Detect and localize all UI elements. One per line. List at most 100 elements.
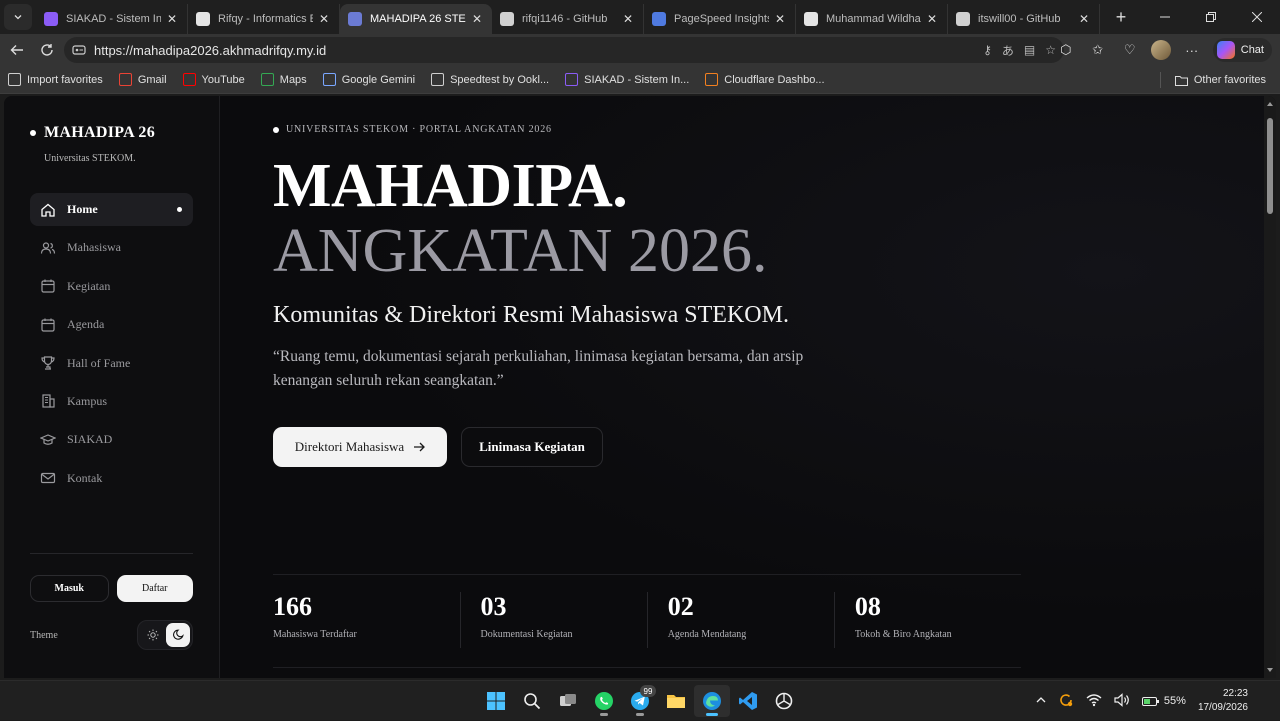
favorites-bar: Import favorites Gmail YouTube Maps Google G…	[0, 66, 1280, 94]
browser-tab[interactable]: MAHADIPA 26 STEKOM ✕	[340, 4, 492, 34]
dark-theme-button[interactable]	[165, 623, 190, 647]
address-bar[interactable]: https://mahadipa2026.akhmadrifqy.my.id ⚷…	[64, 37, 1064, 63]
browser-tab[interactable]: Muhammad Wildhan Ar ✕	[796, 4, 948, 34]
translate-icon[interactable]: あ	[1002, 42, 1014, 59]
new-tab-button[interactable]: +	[1108, 4, 1134, 30]
tab-close-icon[interactable]: ✕	[621, 12, 635, 26]
reader-icon[interactable]: ▤	[1024, 43, 1035, 57]
key-icon[interactable]: ⚷	[983, 43, 992, 57]
sidebar-item-mahasiswa[interactable]: Mahasiswa	[30, 231, 193, 264]
stats-row: 166 Mahasiswa Terdaftar 03 Dokumentasi Kegi…	[273, 592, 1021, 648]
start-button[interactable]	[478, 685, 514, 717]
sync-icon[interactable]	[1058, 692, 1074, 711]
directory-button[interactable]: Direktori Mahasiswa	[273, 427, 447, 467]
sidebar-item-hall-of-fame[interactable]: Hall of Fame	[30, 347, 193, 380]
wifi-icon[interactable]	[1086, 693, 1102, 710]
favorite-item[interactable]: YouTube	[182, 73, 245, 86]
chatgpt-app[interactable]	[766, 685, 802, 717]
sidebar-item-agenda[interactable]: Agenda	[30, 308, 193, 341]
browser-tab[interactable]: rifqi1146 - GitHub ✕	[492, 4, 644, 34]
clock-date: 17/09/2026	[1197, 702, 1248, 713]
scroll-down-icon[interactable]	[1267, 668, 1273, 672]
tab-title: Rifqy - Informatics Engin	[218, 13, 313, 25]
tab-title: itswill00 - GitHub	[978, 13, 1061, 25]
stat-label: Agenda Mendatang	[667, 629, 747, 640]
favorite-label: SIAKAD - Sistem In...	[584, 73, 690, 86]
tab-close-icon[interactable]: ✕	[317, 12, 331, 26]
tab-close-icon[interactable]: ✕	[925, 12, 939, 26]
favorite-item[interactable]: Speedtest by Ookl...	[431, 73, 549, 86]
favorite-label: Maps	[279, 73, 307, 86]
stat-label: Mahasiswa Terdaftar	[273, 629, 357, 640]
tab-close-icon[interactable]: ✕	[1077, 12, 1091, 26]
brand[interactable]: MAHADIPA 26	[30, 124, 155, 142]
favorite-item[interactable]: Google Gemini	[322, 73, 415, 86]
maximize-button[interactable]	[1188, 0, 1234, 34]
vscode-app[interactable]	[730, 685, 766, 717]
battery-status[interactable]: 55%	[1141, 695, 1186, 707]
close-window-button[interactable]	[1234, 0, 1280, 34]
favorite-item[interactable]: Cloudflare Dashbo...	[705, 73, 825, 86]
task-view-button[interactable]	[550, 685, 586, 717]
tab-strip: SIAKAD - Sistem Inform✕Rifqy - Informati…	[0, 0, 1280, 34]
browser-toolbar: https://mahadipa2026.akhmadrifqy.my.id ⚷…	[0, 34, 1280, 66]
favorite-item[interactable]: Import favorites	[8, 73, 103, 86]
register-button[interactable]: Daftar	[116, 575, 193, 602]
arrow-right-icon	[414, 442, 426, 452]
browser-tab[interactable]: SIAKAD - Sistem Inform ✕	[36, 4, 188, 34]
clock[interactable]: 22:23 17/09/2026	[1198, 687, 1248, 715]
active-indicator	[177, 207, 182, 212]
extensions-icon[interactable]: ⬡	[1055, 39, 1077, 61]
browser-essentials-icon[interactable]: ♡	[1119, 39, 1141, 61]
show-hidden-icons-icon[interactable]	[1036, 695, 1046, 708]
tab-title: PageSpeed Insights	[674, 13, 769, 25]
page-scrollbar[interactable]	[1264, 96, 1276, 678]
favorite-item[interactable]: Maps	[260, 73, 307, 86]
file-explorer-app[interactable]	[658, 685, 694, 717]
browser-tab[interactable]: PageSpeed Insights ✕	[644, 4, 796, 34]
tab-close-icon[interactable]: ✕	[773, 12, 787, 26]
login-button[interactable]: Masuk	[30, 575, 109, 602]
tab-favicon-icon	[500, 12, 514, 26]
profile-avatar[interactable]	[1150, 40, 1171, 60]
tab-close-icon[interactable]: ✕	[165, 12, 179, 26]
search-icon	[524, 693, 541, 710]
whatsapp-app[interactable]	[586, 685, 622, 717]
edge-app[interactable]	[694, 685, 730, 717]
tab-favicon-icon	[956, 12, 970, 26]
other-favorites[interactable]: Other favorites	[1159, 66, 1266, 94]
timeline-button[interactable]: Linimasa Kegiatan	[461, 427, 603, 467]
gemini-icon	[322, 73, 336, 86]
sidebar-item-home[interactable]: Home	[30, 193, 193, 226]
search-button[interactable]	[514, 685, 550, 717]
sidebar-item-siakad[interactable]: SIAKAD	[30, 423, 193, 456]
tab-actions-button[interactable]	[4, 4, 32, 30]
telegram-app[interactable]: 99	[622, 685, 658, 717]
sidebar-item-label: Kampus	[67, 393, 107, 408]
calendar-icon	[40, 278, 56, 294]
whatsapp-icon	[595, 692, 613, 710]
tab-title: MAHADIPA 26 STEKOM	[370, 13, 466, 25]
favorite-item[interactable]: SIAKAD - Sistem In...	[565, 73, 689, 86]
minimize-button[interactable]	[1142, 0, 1188, 34]
sidebar-item-label: Mahasiswa	[67, 240, 121, 255]
scrollbar-thumb[interactable]	[1267, 118, 1273, 214]
browser-tab[interactable]: Rifqy - Informatics Engin ✕	[188, 4, 340, 34]
volume-icon[interactable]	[1114, 692, 1130, 710]
sidebar-item-kegiatan[interactable]: Kegiatan	[30, 270, 193, 303]
calendar-icon	[40, 317, 56, 333]
favorite-item[interactable]: Gmail	[118, 73, 167, 86]
copilot-chat-button[interactable]: Chat	[1212, 38, 1272, 62]
sidebar-item-kampus[interactable]: Kampus	[30, 385, 193, 418]
back-button[interactable]	[2, 36, 32, 64]
more-menu-icon[interactable]: ···	[1181, 39, 1203, 61]
refresh-button[interactable]	[32, 36, 62, 64]
tab-close-icon[interactable]: ✕	[470, 12, 484, 26]
light-theme-button[interactable]	[141, 623, 165, 647]
scroll-up-icon[interactable]	[1267, 102, 1273, 106]
browser-tab[interactable]: itswill00 - GitHub ✕	[948, 4, 1100, 34]
running-indicator	[636, 713, 644, 716]
favorites-icon[interactable]: ✩	[1087, 39, 1109, 61]
sidebar-item-kontak[interactable]: Kontak	[30, 462, 193, 495]
speedtest-icon	[431, 73, 445, 86]
